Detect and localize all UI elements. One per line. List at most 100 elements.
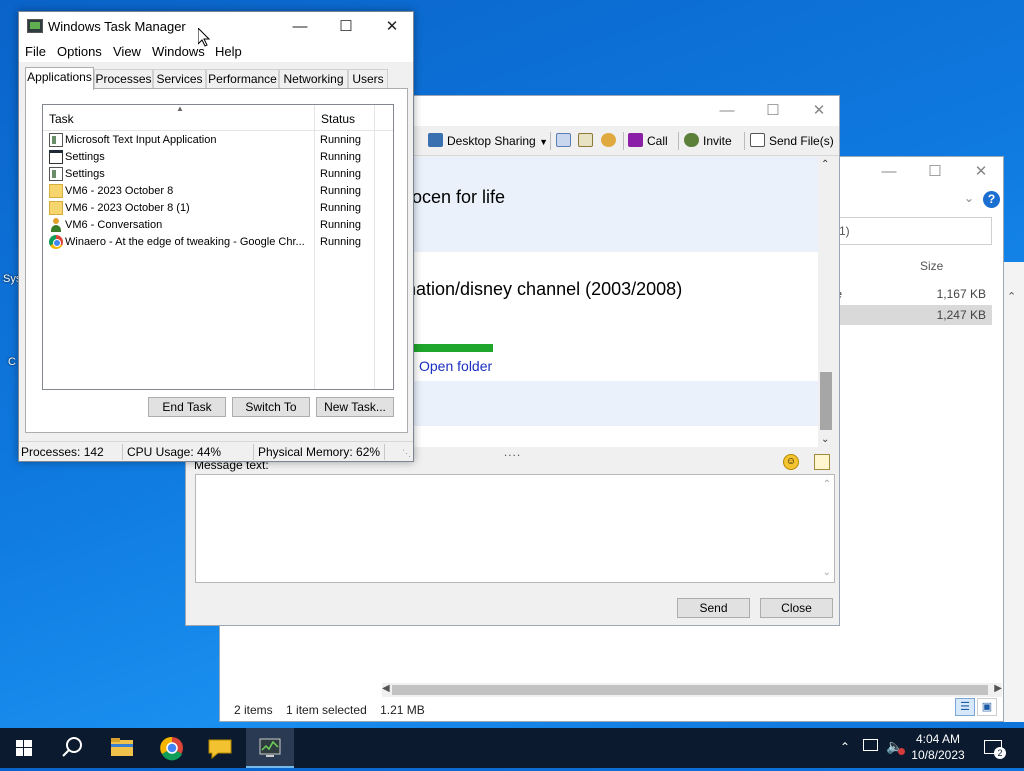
smiley-icon[interactable]: ☺ bbox=[783, 454, 799, 470]
taskbar-messenger[interactable] bbox=[196, 728, 244, 768]
chevron-down-icon[interactable]: ⌄ bbox=[964, 191, 974, 205]
horizontal-scrollbar[interactable]: ◀ ▶ bbox=[382, 683, 1002, 697]
task-name: Settings bbox=[65, 168, 105, 180]
scroll-right-icon[interactable]: ▶ bbox=[994, 683, 1002, 694]
details-view-icon[interactable]: ☰ bbox=[955, 698, 975, 716]
send-files-button[interactable]: Send File(s) bbox=[750, 132, 834, 150]
format-icon[interactable] bbox=[814, 454, 830, 470]
end-task-button[interactable]: End Task bbox=[148, 397, 226, 417]
tab-processes[interactable]: Processes bbox=[94, 69, 153, 89]
call-button[interactable]: Call bbox=[628, 132, 668, 150]
message-input[interactable]: ⌃ ⌄ bbox=[195, 474, 835, 583]
maximize-icon[interactable]: ☐ bbox=[750, 96, 796, 126]
list-item[interactable]: Winaero - At the edge of tweaking - Goog… bbox=[47, 234, 387, 251]
tab-applications[interactable]: Applications bbox=[25, 67, 94, 90]
file-size: 1,247 KB bbox=[936, 308, 986, 322]
invite-button[interactable]: Invite bbox=[684, 132, 732, 150]
tab-users[interactable]: Users bbox=[348, 69, 388, 89]
chevron-up-icon[interactable]: ⌃ bbox=[840, 740, 850, 754]
chrome-icon bbox=[160, 736, 183, 761]
taskbar-task-manager[interactable] bbox=[246, 728, 294, 768]
new-task-button[interactable]: New Task... bbox=[316, 397, 394, 417]
clock[interactable]: 4:04 AM 10/8/2023 bbox=[900, 731, 976, 763]
network-icon[interactable] bbox=[863, 739, 878, 751]
minimize-icon[interactable]: — bbox=[866, 157, 912, 187]
desktop-sharing-button[interactable]: Desktop Sharing ▼ bbox=[428, 132, 548, 150]
column-header-size[interactable]: Size bbox=[920, 259, 943, 273]
switch-to-button[interactable]: Switch To bbox=[232, 397, 310, 417]
scrollbar-thumb[interactable] bbox=[392, 685, 988, 695]
contact-info-button[interactable] bbox=[578, 132, 597, 150]
list-item[interactable]: Settings Running bbox=[47, 149, 387, 166]
menu-windows[interactable]: Windows bbox=[152, 44, 205, 59]
list-item[interactable]: Settings Running bbox=[47, 166, 387, 183]
large-icons-view-icon[interactable]: ▣ bbox=[977, 698, 997, 716]
address-field[interactable]: 8 (1) bbox=[816, 217, 992, 245]
file-row-selected[interactable]: tion 1,247 KB bbox=[816, 305, 992, 325]
maximize-icon[interactable]: ☐ bbox=[323, 12, 369, 42]
tab-performance[interactable]: Performance bbox=[206, 69, 279, 89]
menu-help[interactable]: Help bbox=[215, 44, 242, 59]
start-button[interactable] bbox=[0, 728, 48, 768]
send-button[interactable]: Send bbox=[677, 598, 750, 618]
resize-grip-icon[interactable]: ⋱ bbox=[402, 448, 411, 459]
gear-icon bbox=[601, 133, 616, 147]
notes-button[interactable] bbox=[556, 132, 575, 150]
notification-center-button[interactable]: 2 bbox=[984, 728, 1006, 768]
help-icon[interactable]: ? bbox=[983, 191, 1000, 208]
chat-bubble-icon bbox=[208, 739, 232, 760]
selection-size: 1.21 MB bbox=[380, 703, 425, 717]
close-icon[interactable]: ✕ bbox=[369, 12, 415, 42]
person-icon bbox=[49, 218, 63, 232]
scroll-left-icon[interactable]: ◀ bbox=[382, 683, 390, 694]
menu-view[interactable]: View bbox=[113, 44, 141, 59]
search-button[interactable] bbox=[48, 728, 96, 768]
column-header-task[interactable]: Task bbox=[49, 112, 74, 126]
scroll-down-icon[interactable]: ⌄ bbox=[823, 567, 831, 578]
tab-networking[interactable]: Networking bbox=[279, 69, 348, 89]
column-header-status[interactable]: Status bbox=[321, 112, 355, 126]
taskbar-file-explorer[interactable] bbox=[98, 728, 146, 768]
folder-icon bbox=[111, 738, 133, 756]
open-folder-link[interactable]: Open folder bbox=[419, 358, 492, 374]
task-list[interactable]: ▲ Task Status Microsoft Text Input Appli… bbox=[42, 104, 394, 390]
notes-icon bbox=[556, 133, 571, 147]
task-manager-titlebar[interactable]: Windows Task Manager — ☐ ✕ bbox=[19, 12, 413, 42]
close-icon[interactable]: ✕ bbox=[796, 96, 842, 126]
list-item[interactable]: VM6 - 2023 October 8 (1) Running bbox=[47, 200, 387, 217]
menu-file[interactable]: File bbox=[25, 44, 46, 59]
physical-memory: Physical Memory: 62% bbox=[258, 445, 381, 459]
emoticons-button[interactable] bbox=[601, 132, 620, 150]
close-button[interactable]: Close bbox=[760, 598, 833, 618]
task-name: VM6 - Conversation bbox=[65, 219, 163, 231]
maximize-icon[interactable]: ☐ bbox=[912, 157, 958, 187]
file-size: 1,167 KB bbox=[936, 287, 986, 301]
scroll-up-icon[interactable]: ⌃ bbox=[823, 479, 831, 490]
explorer-status-bar: 2 items 1 item selected 1.21 MB bbox=[234, 701, 435, 719]
history-scrollbar[interactable]: ⌃ ⌄ bbox=[818, 157, 834, 447]
task-manager-window: Windows Task Manager — ☐ ✕ File Options … bbox=[18, 11, 414, 462]
view-buttons: ☰ ▣ bbox=[953, 698, 997, 716]
task-status: Running bbox=[320, 185, 361, 197]
tab-services[interactable]: Services bbox=[153, 69, 206, 89]
menu-options[interactable]: Options bbox=[57, 44, 102, 59]
clock-time: 4:04 AM bbox=[915, 732, 961, 746]
chevron-up-icon[interactable]: ⌃ bbox=[1007, 290, 1016, 303]
scrollbar-thumb[interactable] bbox=[820, 372, 832, 430]
scroll-up-icon[interactable]: ⌃ bbox=[821, 159, 829, 170]
minimize-icon[interactable]: — bbox=[704, 96, 750, 126]
minimize-icon[interactable]: — bbox=[277, 12, 323, 42]
folder-icon bbox=[49, 201, 63, 215]
taskbar: ⌃ 🔈 4:04 AM 10/8/2023 2 bbox=[0, 728, 1024, 768]
taskbar-chrome[interactable] bbox=[148, 728, 196, 768]
close-icon[interactable]: ✕ bbox=[958, 157, 1004, 187]
scroll-down-icon[interactable]: ⌄ bbox=[821, 434, 829, 445]
list-item[interactable]: Microsoft Text Input Application Running bbox=[47, 132, 387, 149]
sort-arrow-icon: ▲ bbox=[176, 104, 184, 113]
list-item[interactable]: VM6 - Conversation Running bbox=[47, 217, 387, 234]
windows-logo-icon bbox=[16, 740, 32, 756]
app-icon bbox=[49, 167, 63, 181]
desktop-icon-label[interactable]: C bbox=[8, 356, 16, 368]
file-row[interactable]: hive 1,167 KB bbox=[816, 284, 992, 304]
list-item[interactable]: VM6 - 2023 October 8 Running bbox=[47, 183, 387, 200]
